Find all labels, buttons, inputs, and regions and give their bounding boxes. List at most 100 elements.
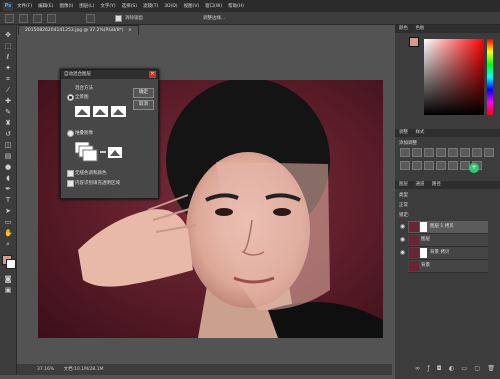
antialias-label: 消除锯齿 xyxy=(125,16,143,21)
link-layers-icon[interactable]: ∞ xyxy=(415,365,420,373)
new-adjustment-icon[interactable]: ◐ xyxy=(449,365,454,373)
threshold-icon[interactable] xyxy=(448,161,458,170)
menu-filter[interactable]: 滤镜(T) xyxy=(143,3,158,9)
plus-icon[interactable]: + xyxy=(469,163,479,173)
options-bar: 消除锯齿 调整边缘... xyxy=(0,12,500,25)
menu-file[interactable]: 文件(F) xyxy=(17,3,32,9)
antialias-checkbox[interactable] xyxy=(115,14,122,22)
tab-paths[interactable]: 路径 xyxy=(432,182,441,187)
eyedropper-tool-icon[interactable]: ⁄ xyxy=(4,86,12,94)
subtract-selection-icon[interactable] xyxy=(33,13,42,23)
vibrance-icon[interactable] xyxy=(448,148,458,157)
quick-mask-icon[interactable]: ◙ xyxy=(4,275,12,283)
screen-mode-icon[interactable]: ▣ xyxy=(4,286,12,294)
stack-images-label: 堆叠图像 xyxy=(75,131,93,136)
layer-row[interactable]: ◉ 图层 xyxy=(400,234,488,247)
delete-layer-icon[interactable]: 🗑 xyxy=(487,365,495,373)
seamless-tones-checkbox[interactable] xyxy=(67,170,74,177)
bw-icon[interactable] xyxy=(484,148,494,157)
menu-help[interactable]: 帮助(H) xyxy=(228,3,244,9)
content-aware-fill-checkbox[interactable] xyxy=(67,180,74,187)
magic-wand-icon[interactable]: ✦ xyxy=(4,64,12,72)
curves-icon[interactable] xyxy=(424,148,434,157)
panorama-radio[interactable] xyxy=(67,94,74,101)
dialog-close-icon[interactable]: × xyxy=(149,71,156,78)
tab-adjustments[interactable]: 调整 xyxy=(399,130,408,135)
zoom-level[interactable]: 37.16% xyxy=(37,367,54,372)
hue-slider[interactable] xyxy=(487,39,493,115)
menu-3d[interactable]: 3D(D) xyxy=(164,4,177,9)
stack-images-radio[interactable] xyxy=(67,130,74,137)
brush-tool-icon[interactable]: ✎ xyxy=(4,108,12,116)
menu-edit[interactable]: 编辑(E) xyxy=(38,3,53,9)
new-group-icon[interactable]: ▭ xyxy=(461,365,467,373)
shape-tool-icon[interactable]: ▭ xyxy=(4,218,12,226)
marquee-tool-icon[interactable]: ⬚ xyxy=(4,42,12,50)
channel-mixer-icon[interactable] xyxy=(412,161,422,170)
fx-icon[interactable]: ƒ xyxy=(427,365,429,373)
visibility-eye-icon[interactable]: ◉ xyxy=(399,250,406,256)
invert-icon[interactable] xyxy=(424,161,434,170)
healing-brush-icon[interactable]: ✚ xyxy=(4,97,12,105)
cancel-button[interactable]: 取消 xyxy=(133,100,154,110)
move-tool-icon[interactable]: ✥ xyxy=(4,31,12,39)
ok-button[interactable]: 确定 xyxy=(133,88,154,98)
background-color-swatch[interactable] xyxy=(6,259,16,269)
panorama-preview-icon xyxy=(75,106,126,117)
layer-row[interactable]: ◉ 背景 拷贝 xyxy=(400,247,488,260)
tab-styles[interactable]: 样式 xyxy=(415,130,424,135)
menu-type[interactable]: 文字(Y) xyxy=(100,3,115,9)
color-balance-icon[interactable] xyxy=(472,148,482,157)
menu-layer[interactable]: 图层(L) xyxy=(79,3,94,9)
menu-image[interactable]: 图像(I) xyxy=(59,3,73,9)
history-brush-icon[interactable]: ↺ xyxy=(4,130,12,138)
layer-row[interactable]: ◉ 图层 1 拷贝 xyxy=(400,221,488,234)
right-panels: 颜色 色板 调整 样式 添加调整 图层 通道 路径 + 类型 正常 锁定: ◉ … xyxy=(395,25,500,379)
color-picker-field[interactable] xyxy=(424,39,484,115)
layer-kind-filter[interactable]: 类型 xyxy=(399,192,408,198)
brightness-icon[interactable] xyxy=(400,148,410,157)
feather-field[interactable] xyxy=(86,13,95,23)
menu-select[interactable]: 选择(S) xyxy=(122,3,137,9)
clone-stamp-icon[interactable]: ♜ xyxy=(4,119,12,127)
layer-name: 背景 xyxy=(421,263,430,268)
zoom-tool-icon[interactable]: ⌕ xyxy=(4,240,12,248)
menu-window[interactable]: 窗口(W) xyxy=(205,3,222,9)
tab-swatches[interactable]: 色板 xyxy=(415,26,424,31)
crop-tool-icon[interactable]: ⌗ xyxy=(4,75,12,83)
add-selection-icon[interactable] xyxy=(19,13,28,23)
dialog-titlebar[interactable]: 自动混合图层 × xyxy=(61,70,158,79)
blend-mode-select[interactable]: 正常 xyxy=(399,202,408,208)
new-layer-icon[interactable]: ▢ xyxy=(474,365,480,373)
seamless-tones-label: 无缝色调和颜色 xyxy=(75,171,107,176)
tab-color[interactable]: 颜色 xyxy=(399,26,408,31)
gradient-tool-icon[interactable]: ▤ xyxy=(4,152,12,160)
panorama-label: 全景图 xyxy=(75,95,89,100)
hue-sat-icon[interactable] xyxy=(460,148,470,157)
close-tab-icon[interactable]: × xyxy=(128,28,132,33)
refine-edge-button[interactable]: 调整边缘... xyxy=(203,15,225,21)
new-selection-icon[interactable] xyxy=(5,13,14,23)
eraser-tool-icon[interactable]: ◫ xyxy=(4,141,12,149)
lasso-tool-icon[interactable]: ℓ xyxy=(4,53,12,61)
intersect-selection-icon[interactable] xyxy=(47,13,56,23)
dodge-tool-icon[interactable]: ◖ xyxy=(4,174,12,182)
add-mask-icon[interactable]: ◘ xyxy=(437,365,442,373)
posterize-icon[interactable] xyxy=(436,161,446,170)
levels-icon[interactable] xyxy=(412,148,422,157)
path-select-icon[interactable]: ➤ xyxy=(4,207,12,215)
layers-panel-tabs: 图层 通道 路径 xyxy=(395,181,500,189)
panel-foreground-swatch[interactable] xyxy=(409,37,419,47)
tab-channels[interactable]: 通道 xyxy=(415,182,424,187)
hand-tool-icon[interactable]: ✋ xyxy=(4,229,13,237)
visibility-eye-icon[interactable]: ◉ xyxy=(399,237,406,243)
photo-filter-icon[interactable] xyxy=(400,161,410,170)
visibility-eye-icon[interactable]: ◉ xyxy=(399,224,406,230)
exposure-icon[interactable] xyxy=(436,148,446,157)
pen-tool-icon[interactable]: ✒ xyxy=(4,185,12,193)
layer-row[interactable]: 背景 xyxy=(408,260,488,273)
menu-view[interactable]: 视图(V) xyxy=(184,3,200,9)
blur-tool-icon[interactable]: ● xyxy=(4,163,12,171)
type-tool-icon[interactable]: T xyxy=(4,196,12,204)
tab-layers[interactable]: 图层 xyxy=(399,182,408,187)
